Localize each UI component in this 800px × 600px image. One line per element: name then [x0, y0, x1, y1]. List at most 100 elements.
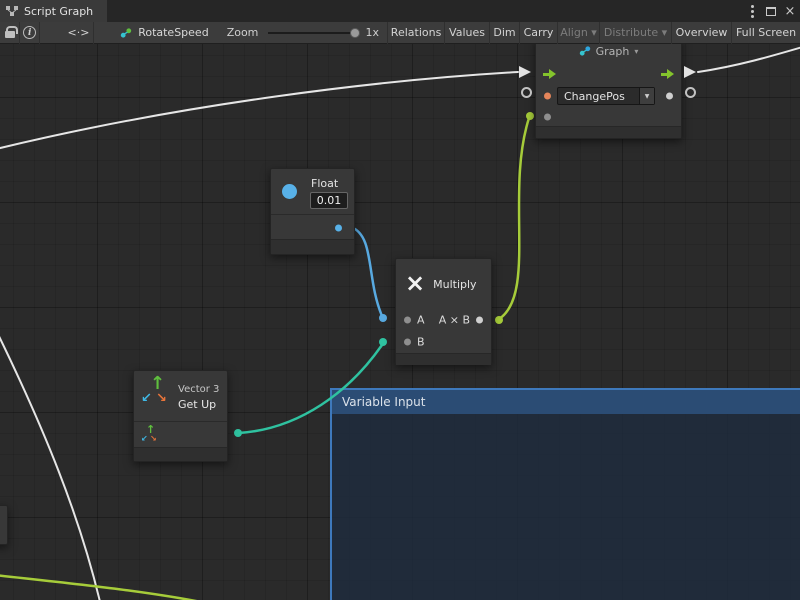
- dropdown-caret-button[interactable]: ▼: [639, 88, 654, 104]
- toolbar-spacer: [94, 22, 112, 44]
- dropdown-value: ChangePos: [558, 88, 639, 104]
- zoom-slider[interactable]: [268, 22, 359, 44]
- node-title: Float: [311, 177, 338, 190]
- graph-nav-button[interactable]: <·>: [64, 22, 94, 44]
- value-output-port[interactable]: [666, 93, 673, 100]
- align-dropdown-button[interactable]: Align ▾: [558, 22, 600, 44]
- vector3-icon: ↑ ↙ ↘: [142, 377, 172, 413]
- graph-toolbar: <·> RotateSpeed Zoom 1x Relations Values…: [0, 22, 800, 44]
- button-label: Values: [449, 26, 485, 39]
- multiply-icon: ×: [405, 271, 425, 295]
- value-row-2: [536, 107, 681, 127]
- value-input-port[interactable]: [544, 93, 551, 100]
- zoom-slider-track: [268, 32, 359, 34]
- caret-down-icon: ▼: [645, 93, 650, 100]
- float-value: 0.01: [317, 194, 342, 207]
- full-screen-button[interactable]: Full Screen: [732, 22, 800, 44]
- script-graph-icon: [579, 45, 591, 57]
- axis-right-icon: ↘: [150, 434, 157, 443]
- distribute-dropdown-button[interactable]: Distribute ▾: [600, 22, 672, 44]
- node-multiply[interactable]: × Multiply A A × B B: [395, 258, 492, 365]
- menu-icon[interactable]: [744, 2, 760, 20]
- value-row: ChangePos ▼: [536, 85, 681, 107]
- node-float-literal[interactable]: Float 0.01: [270, 168, 355, 255]
- value-input-port-2[interactable]: [544, 114, 551, 121]
- flow-connection-arrow-in[interactable]: [519, 66, 531, 78]
- overview-button[interactable]: Overview: [672, 22, 732, 44]
- unconnected-port-ring-right[interactable]: [685, 87, 696, 98]
- axis-right-icon: ↘: [156, 391, 167, 406]
- node-header: ↑ ↙ ↘ Vector 3 Get Up: [134, 371, 227, 421]
- node-footer: [536, 126, 681, 138]
- flow-connection-arrow-out[interactable]: [684, 66, 696, 78]
- node-title: Multiply: [433, 278, 476, 291]
- lock-button[interactable]: [0, 22, 20, 44]
- zoom-value: 1x: [366, 26, 380, 39]
- lock-icon: [5, 31, 15, 38]
- changepos-dropdown[interactable]: ChangePos ▼: [557, 87, 655, 105]
- toolbar-spacer: [40, 22, 64, 44]
- tab-script-graph[interactable]: Script Graph: [0, 0, 107, 22]
- node-event-graph[interactable]: Graph ▾ ChangePos ▼: [535, 38, 682, 139]
- dim-button[interactable]: Dim: [490, 22, 520, 44]
- close-icon[interactable]: ×: [782, 2, 798, 20]
- graph-name: RotateSpeed: [138, 26, 209, 39]
- port-row: [271, 214, 354, 241]
- node-type-label: Vector 3: [178, 384, 219, 395]
- graph-asset-icon: [120, 27, 132, 39]
- node-header: × Multiply: [396, 259, 491, 309]
- window-controls: ×: [744, 0, 798, 22]
- unconnected-port-ring-left[interactable]: [521, 87, 532, 98]
- group-variable-input[interactable]: Variable Input: [330, 388, 800, 600]
- tab-bar: Script Graph ×: [0, 0, 800, 22]
- maximize-icon[interactable]: [763, 2, 779, 20]
- button-label: Overview: [676, 26, 728, 39]
- node-vector3-get-up[interactable]: ↑ ↙ ↘ Vector 3 Get Up ↑ ↙ ↘: [133, 370, 228, 462]
- group-title: Variable Input: [342, 395, 425, 409]
- graph-breadcrumb[interactable]: RotateSpeed: [112, 22, 217, 44]
- tab-label: Script Graph: [24, 5, 93, 18]
- float-output-port[interactable]: [335, 225, 342, 232]
- port-label-b: B: [417, 336, 425, 349]
- float-type-icon: [282, 184, 297, 199]
- node-footer: [396, 353, 491, 365]
- input-port-a[interactable]: [404, 317, 411, 324]
- port-row-b: B: [396, 331, 491, 353]
- zoom-slider-knob[interactable]: [350, 28, 360, 38]
- script-graph-tab-icon: [6, 5, 18, 17]
- axis-left-icon: ↙: [141, 434, 148, 443]
- node-footer: [134, 447, 227, 461]
- input-port-b[interactable]: [404, 339, 411, 346]
- button-label: Align ▾: [560, 26, 597, 39]
- info-button[interactable]: [20, 22, 40, 44]
- port-row-a: A A × B: [396, 309, 491, 331]
- button-label: Relations: [391, 26, 442, 39]
- button-label: Distribute ▾: [604, 26, 667, 39]
- port-row: ↑ ↙ ↘: [134, 421, 227, 449]
- chevron-down-icon: ▾: [634, 47, 638, 56]
- relations-button[interactable]: Relations: [387, 22, 445, 44]
- group-header[interactable]: Variable Input: [332, 390, 800, 414]
- axis-left-icon: ↙: [141, 391, 152, 406]
- script-graph-window: Variable Input Graph ▾: [0, 0, 800, 600]
- button-label: Carry: [524, 26, 554, 39]
- flow-output-port[interactable]: [661, 69, 674, 79]
- port-label-a: A: [417, 314, 425, 327]
- zoom-label: Zoom: [227, 26, 259, 39]
- node-footer: [271, 239, 354, 254]
- values-button[interactable]: Values: [445, 22, 490, 44]
- flow-row: [536, 63, 681, 85]
- float-value-input[interactable]: 0.01: [310, 192, 348, 209]
- button-label: Full Screen: [736, 26, 796, 39]
- node-partial-left-edge[interactable]: [0, 505, 8, 545]
- vector3-output-port[interactable]: ↑ ↙ ↘: [142, 425, 160, 447]
- node-title: Get Up: [178, 398, 216, 411]
- flow-input-port[interactable]: [543, 69, 556, 79]
- button-label: Dim: [493, 26, 515, 39]
- output-label: A × B: [439, 314, 470, 327]
- info-icon: [23, 26, 36, 39]
- ports-nav-icon: <·>: [68, 26, 90, 39]
- carry-button[interactable]: Carry: [520, 22, 558, 44]
- output-port[interactable]: [476, 317, 483, 324]
- node-title: Graph: [596, 45, 630, 58]
